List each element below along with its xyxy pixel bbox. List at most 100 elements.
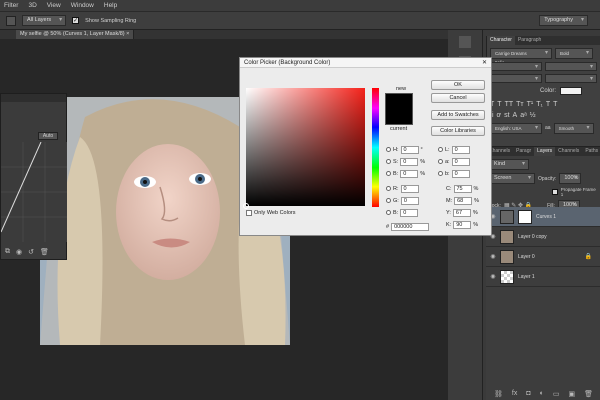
add-to-swatches-button[interactable]: Add to Swatches [431,110,485,120]
tab-paths[interactable]: Paths [582,147,600,156]
text-color-swatch[interactable] [560,87,583,95]
link-icon[interactable]: ⛓ [494,390,503,398]
layer-row[interactable]: ◉ Layer 1 [486,267,600,287]
color-libraries-button[interactable]: Color Libraries [431,126,485,136]
layer-kind-select[interactable]: Kind [489,159,529,170]
opacity-label: Opacity: [538,175,557,182]
hue-slider[interactable] [372,88,379,207]
superscript-icon[interactable]: T¹ [527,101,534,108]
fractions-icon[interactable]: ½ [530,112,536,119]
alternates-icon[interactable]: A [513,112,518,119]
lab-b-input[interactable]: 0 [451,169,470,178]
ok-button[interactable]: OK [431,80,485,90]
cancel-button[interactable]: Cancel [431,93,485,103]
close-icon[interactable]: ✕ [482,58,487,68]
small-caps-icon[interactable]: Tᴛ [516,101,523,108]
tab-channels-2[interactable]: Channels [555,147,582,156]
lab-l-input[interactable]: 0 [451,145,470,154]
saturation-radio[interactable] [386,159,391,164]
font-style-select[interactable]: Bold [555,48,593,59]
layer-filter-row: Kind [486,156,600,173]
ordinals-icon[interactable]: aᵃ [520,112,527,119]
history-icon[interactable] [459,36,471,48]
menu-filter[interactable]: Filter [4,2,18,9]
hue-input[interactable]: 0 [400,145,419,154]
black-input[interactable]: 90 [453,220,472,229]
adjustment-icon[interactable]: ◐ [540,390,544,398]
sampling-ring-checkbox[interactable]: ✓ [72,17,80,24]
tab-paragraph[interactable]: Paragraph [515,36,544,45]
curves-graph[interactable] [1,142,67,242]
lab-l-radio[interactable] [438,147,443,152]
layer-row[interactable]: ◉ Curves 1 [486,207,600,227]
layer-row[interactable]: ◉ Layer 0 copy [486,227,600,247]
visibility-eye-icon[interactable]: ◉ [486,253,500,260]
leading-select[interactable] [545,62,597,72]
tab-paragraph-styles[interactable]: Paragr [513,147,534,156]
red-radio[interactable] [386,186,391,191]
reset-icon[interactable]: ↺ [28,248,34,256]
fx-icon[interactable]: fx [512,390,517,398]
workspace-select[interactable]: Typography [539,15,588,26]
tab-character[interactable]: Character [487,36,515,45]
curves-auto-button[interactable]: Auto [38,132,58,140]
options-tool-icon[interactable] [6,15,16,26]
trash-icon[interactable]: 🗑 [40,248,49,256]
anti-alias-select[interactable]: Smooth [553,123,594,134]
old-style-icon[interactable]: ơ [497,112,502,119]
folder-icon[interactable]: ▭ [553,390,560,398]
opacity-input[interactable]: 100% [559,173,582,184]
subscript-icon[interactable]: T₁ [536,101,543,108]
magenta-input[interactable]: 68 [454,196,473,205]
eye-icon[interactable]: ◉ [16,248,22,256]
green-radio[interactable] [386,198,391,203]
tab-layers[interactable]: Layers [534,147,556,156]
font-size-select[interactable] [490,62,542,72]
pct-unit: % [473,185,479,192]
saturation-brightness-field[interactable] [243,88,365,209]
document-tab[interactable]: My selfie @ 50% (Curves 1, Layer Mask/8)… [16,30,135,39]
visibility-eye-icon[interactable]: ◉ [486,273,500,280]
lab-b-radio[interactable] [438,171,443,176]
menu-3d[interactable]: 3D [28,2,36,9]
blue-radio[interactable] [386,210,391,215]
green-input[interactable]: 0 [400,196,419,205]
layer-row[interactable]: ◉ Layer 0 🔒 [486,247,600,267]
cyan-input[interactable]: 75 [453,184,472,193]
tracking-select[interactable] [545,74,597,84]
blue-input[interactable]: 0 [400,208,419,217]
kerning-select[interactable] [490,74,542,84]
underline-icon[interactable]: T [546,101,550,108]
menu-view[interactable]: View [47,2,61,9]
blend-mode-select[interactable]: Screen [489,173,535,184]
lab-a-radio[interactable] [438,159,443,164]
strikethrough-icon[interactable]: T [553,101,557,108]
add-mask-icon[interactable]: ◘ [526,390,530,398]
layers-list: ◉ Curves 1 ◉ Layer 0 copy ◉ Layer 0 🔒 ◉ … [486,207,600,291]
text-style-buttons: T T TT Tᴛ T¹ T₁ T T [487,99,600,110]
black-letter: K: [446,221,452,228]
brightness-input[interactable]: 0 [400,169,419,178]
layer-mask-thumb[interactable] [518,209,532,224]
trash-icon[interactable]: 🗑 [584,390,593,398]
yellow-input[interactable]: 67 [452,208,471,217]
only-web-colors-checkbox[interactable] [246,209,252,216]
saturation-input[interactable]: 0 [400,157,419,166]
clip-icon[interactable]: ⧉ [5,248,10,256]
sample-layers-select[interactable]: All Layers [22,15,67,26]
all-caps-icon[interactable]: TT [505,101,514,108]
new-layer-icon[interactable]: ▣ [568,390,575,398]
hex-input[interactable]: 000000 [391,222,430,231]
menu-help[interactable]: Help [104,2,117,9]
faux-italic-icon[interactable]: T [497,101,501,108]
hue-radio[interactable] [386,147,391,152]
language-select[interactable]: English: USA [490,123,542,134]
menu-window[interactable]: Window [71,2,94,9]
lab-a-input[interactable]: 0 [451,157,470,166]
propagate-frame-checkbox[interactable] [552,189,558,195]
brightness-radio[interactable] [386,171,391,176]
red-input[interactable]: 0 [400,184,419,193]
saturation-field-row: S: 0% [386,157,425,166]
swash-icon[interactable]: st [504,112,509,119]
font-family-select[interactable]: Carrige Dreams Italic [490,48,552,65]
